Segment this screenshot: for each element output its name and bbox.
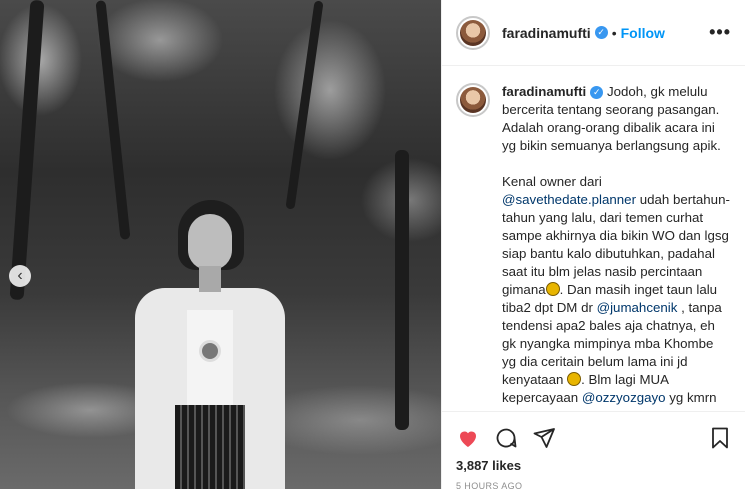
caption-area[interactable]: faradinamufti ✓ Jodoh, gk melulu bercerit… (442, 67, 745, 410)
post-photo[interactable]: ‹ (0, 0, 441, 489)
caption-avatar[interactable] (456, 83, 490, 117)
grinning-sweat-emoji (545, 282, 560, 296)
verified-badge-icon: ✓ (594, 26, 608, 39)
comment-icon[interactable] (494, 426, 518, 450)
header-username[interactable]: faradinamufti (502, 25, 591, 41)
mention-link[interactable]: @savethedate.planner (502, 192, 636, 207)
bookmark-icon[interactable] (708, 426, 732, 450)
caption-paragraph: Kenal owner dari @savethedate.planner ud… (502, 173, 730, 410)
avatar[interactable] (456, 15, 490, 50)
post-side-panel: faradinamufti ✓ • Follow ••• faradinamuf… (441, 0, 745, 489)
woman-figure (135, 200, 285, 489)
tree-trunk (95, 0, 131, 240)
caption-text: faradinamufti ✓ Jodoh, gk melulu bercerit… (502, 83, 730, 410)
post-timestamp[interactable]: 5 HOURS AGO (456, 481, 732, 489)
paper-plane-icon[interactable] (532, 426, 556, 450)
more-options-icon[interactable]: ••• (709, 22, 731, 43)
mention-link[interactable]: @ozzyozgayo (582, 390, 666, 405)
caption-row: faradinamufti ✓ Jodoh, gk melulu bercerit… (456, 83, 730, 410)
separator-dot: • (611, 24, 617, 41)
tree-trunk (9, 0, 45, 301)
likes-count[interactable]: 3,887 likes (456, 458, 732, 473)
post-header: faradinamufti ✓ • Follow ••• (442, 0, 745, 66)
smiling-emoji (567, 372, 582, 386)
tree-trunk (395, 150, 409, 430)
mention-link[interactable]: @jumahcenik (597, 300, 678, 315)
caption-text-segment: Kenal owner dari (502, 174, 602, 189)
action-icons (456, 424, 732, 452)
post-actions: 3,887 likes 5 HOURS AGO (442, 411, 745, 489)
carousel-prev-button[interactable]: ‹ (9, 265, 31, 287)
caption-username[interactable]: faradinamufti (502, 84, 586, 99)
verified-badge-icon: ✓ (590, 85, 604, 99)
tree-trunk (285, 0, 324, 210)
heart-icon[interactable] (456, 426, 480, 450)
chevron-left-icon: ‹ (17, 267, 23, 284)
follow-button[interactable]: Follow (621, 25, 665, 41)
